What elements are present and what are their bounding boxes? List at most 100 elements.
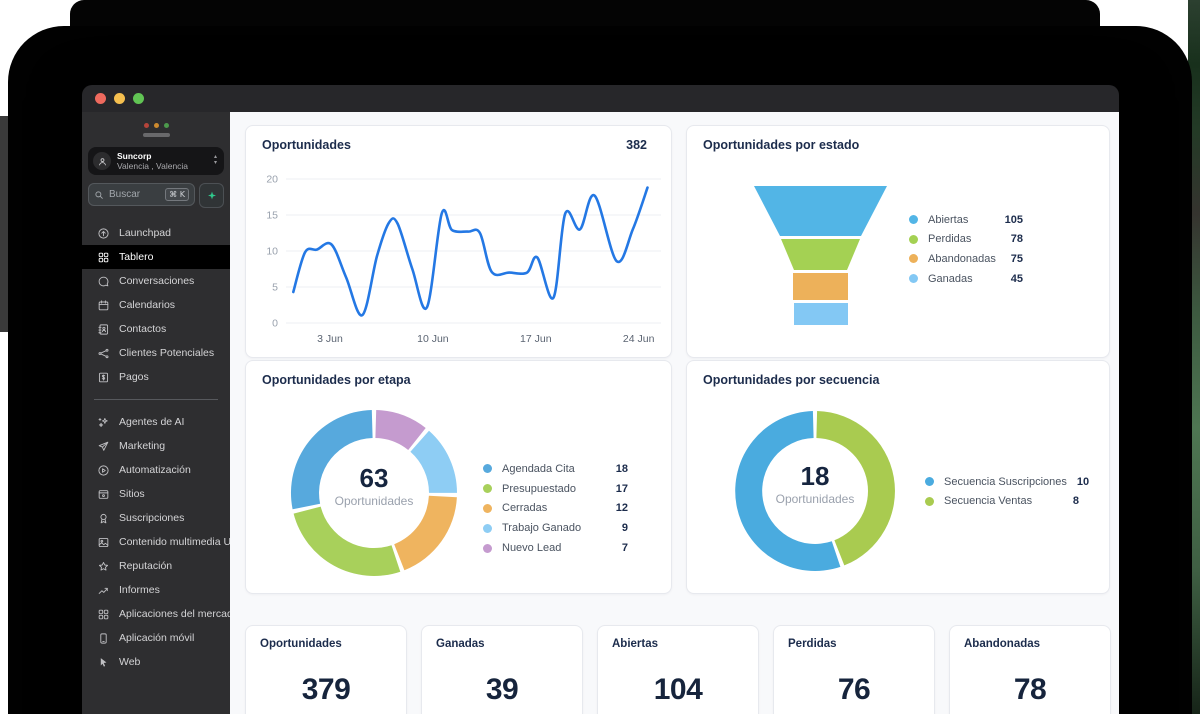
sidebar-item-label: Aplicaciones del mercado (119, 608, 230, 620)
stat-card-abandonadas: Abandonadas 78 (949, 625, 1111, 714)
workspace-name: Suncorp (117, 150, 152, 161)
legend-dot (925, 477, 934, 487)
stat-card-perdidas: Perdidas 76 (773, 625, 935, 714)
legend-value: 78 (1010, 233, 1023, 246)
legend-dot (909, 234, 918, 244)
legend-label: Ganadas (928, 272, 973, 285)
sidebar-item-label: Contenido multimedia U... (119, 536, 230, 548)
media-image-icon (96, 535, 110, 549)
calendar-icon (96, 298, 110, 312)
logo-bar (142, 133, 170, 137)
legend-value: 7 (621, 542, 628, 555)
maximize-window-button[interactable] (133, 93, 144, 104)
stat-label: Ganadas (436, 638, 485, 650)
sidebar-item-label: Reputación (119, 560, 173, 572)
sidebar-item-calendarios[interactable]: Calendarios (82, 293, 230, 317)
legend-dot (483, 484, 492, 494)
sidebar-item-informes[interactable]: Informes (82, 578, 230, 602)
workspace-avatar (93, 152, 111, 170)
stat-label: Abandonadas (964, 638, 1041, 650)
legend-dot (909, 274, 918, 284)
legend-value: 17 (615, 482, 628, 495)
sidebar-item-label: Web (119, 656, 141, 668)
sidebar-item-automatizaci-n[interactable]: Automatización (82, 458, 230, 482)
sidebar-item-label: Agentes de AI (119, 416, 185, 428)
legend-row: Secuencia Suscripciones 10 (925, 472, 1089, 492)
legend-label: Abandonadas (928, 252, 996, 265)
sidebar-item-label: Clientes Potenciales (119, 347, 215, 359)
svg-text:17 Jun: 17 Jun (520, 333, 552, 345)
sidebar-item-clientes-potenciales[interactable]: Clientes Potenciales (82, 341, 230, 365)
legend-dot (483, 543, 492, 553)
legend-value: 18 (615, 462, 628, 475)
web-cursor-icon (96, 655, 110, 669)
legend-row: Cerradas 12 (483, 499, 628, 519)
sidebar-item-agentes-de-ai[interactable]: Agentes de AI (82, 410, 230, 434)
send-icon (96, 439, 110, 453)
sidebar-item-label: Automatización (119, 464, 191, 476)
funnel-legend: Abiertas 105 Perdidas 78 Abandonadas 75 Ganada… (909, 210, 1023, 288)
legend-dot (909, 215, 918, 225)
sidebar-item-contactos[interactable]: Contactos (82, 317, 230, 341)
sidebar-item-label: Tablero (119, 251, 154, 263)
stat-value: 379 (301, 673, 351, 706)
sidebar-item-reputaci-n[interactable]: Reputación (82, 554, 230, 578)
workspace-selector[interactable]: Suncorp Valencia , Valencia ▴ ▾ (88, 147, 224, 175)
sites-icon (96, 487, 110, 501)
sidebar-item-pagos[interactable]: Pagos (82, 365, 230, 389)
logo-dot (143, 123, 149, 128)
legend-row: Presupuestado 17 (483, 479, 628, 499)
legend-label: Presupuestado (502, 482, 576, 495)
sidebar-item-marketing[interactable]: Marketing (82, 434, 230, 458)
legend-value: 45 (1010, 272, 1023, 285)
sidebar-item-contenido-multimedia-u[interactable]: Contenido multimedia U... (82, 530, 230, 554)
ai-assistant-button[interactable] (199, 183, 224, 208)
sidebar-nav: Launchpad Tablero Conversaciones Calendario… (82, 221, 230, 674)
legend-row: Secuencia Ventas 8 (925, 492, 1079, 512)
sidebar-item-aplicaci-n-m-vil[interactable]: Aplicación móvil (82, 626, 230, 650)
legend-dot (483, 464, 492, 474)
sidebar-item-tablero[interactable]: Tablero (82, 245, 230, 269)
sidebar-item-conversaciones[interactable]: Conversaciones (82, 269, 230, 293)
card-opportunities-by-sequence: Oportunidades por secuencia 18 Oportunid… (686, 360, 1110, 594)
person-icon (98, 157, 106, 165)
search-input[interactable]: Buscar ⌘ K (88, 183, 195, 206)
stat-label: Abiertas (612, 638, 659, 650)
legend-value: 105 (1004, 213, 1023, 226)
card-opportunities-line: Oportunidades 382 0 5 10 15 20 3 Jun 10 Jun 17 … (245, 125, 672, 358)
legend-row: Nuevo Lead 7 (483, 538, 628, 558)
legend-label: Perdidas (928, 233, 972, 246)
sidebar-item-label: Sitios (119, 488, 145, 500)
sidebar-item-suscripciones[interactable]: Suscripciones (82, 506, 230, 530)
minimize-window-button[interactable] (114, 93, 125, 104)
background-window-fragment (0, 116, 8, 332)
sidebar-divider (94, 399, 218, 400)
svg-text:20: 20 (266, 174, 278, 186)
sidebar-item-label: Informes (119, 584, 160, 596)
sidebar-item-label: Pagos (119, 371, 149, 383)
card-opportunities-by-stage: Oportunidades por etapa 63 Oportunidades… (245, 360, 672, 594)
legend-dot (483, 523, 492, 533)
legend-label: Secuencia Ventas (944, 495, 1033, 508)
legend-row: Ganadas 45 (909, 269, 1023, 289)
svg-text:24 Jun: 24 Jun (623, 333, 655, 345)
close-window-button[interactable] (95, 93, 106, 104)
sidebar-item-label: Contactos (119, 323, 167, 335)
legend-value: 75 (1010, 252, 1023, 265)
app-window: Suncorp Valencia , Valencia ▴ ▾ Buscar ⌘ … (82, 85, 1119, 714)
stat-card-ganadas: Ganadas 39 (421, 625, 583, 714)
sidebar-item-label: Calendarios (119, 299, 176, 311)
contacts-icon (96, 322, 110, 336)
sidebar-item-label: Marketing (119, 440, 166, 452)
chat-icon (96, 274, 110, 288)
sidebar-item-aplicaciones-del-mercado[interactable]: Aplicaciones del mercado (82, 602, 230, 626)
logo-dot (153, 123, 159, 128)
dashboard-main: Oportunidades 382 0 5 10 15 20 3 Jun 10 Jun 17 … (230, 112, 1119, 714)
sequence-legend: Secuencia Suscripciones 10 Secuencia Venta… (925, 472, 1089, 512)
stat-label: Oportunidades (260, 638, 342, 650)
legend-label: Secuencia Suscripciones (944, 475, 1067, 488)
sidebar-item-sitios[interactable]: Sitios (82, 482, 230, 506)
sidebar-item-web[interactable]: Web (82, 650, 230, 674)
search-icon (94, 190, 104, 200)
sidebar-item-launchpad[interactable]: Launchpad (82, 221, 230, 245)
